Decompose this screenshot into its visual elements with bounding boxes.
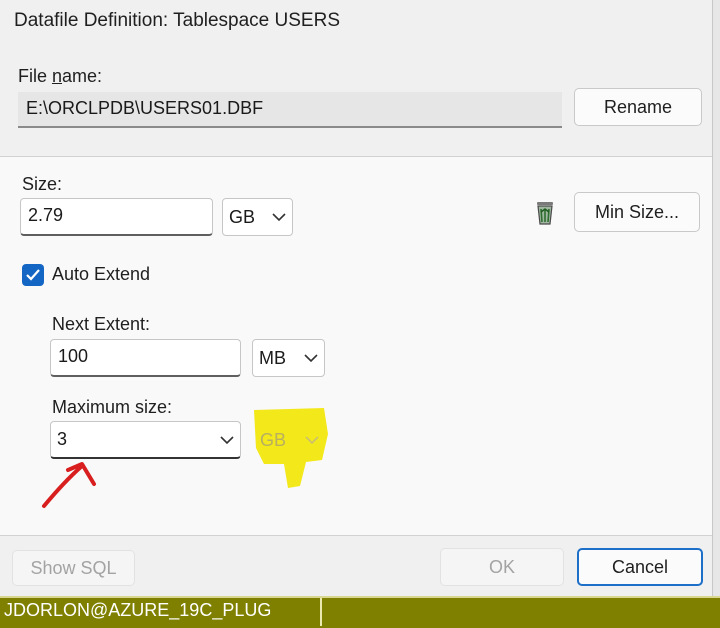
file-name-label: File name: (18, 66, 103, 86)
status-bar-divider (320, 598, 322, 626)
size-unit-select[interactable]: GB (222, 198, 293, 236)
size-input[interactable]: 2.79 (20, 198, 213, 236)
recycle-bin-icon[interactable] (530, 197, 560, 227)
maximum-size-unit-value: GB (260, 429, 287, 450)
cancel-button[interactable]: Cancel (577, 548, 703, 586)
min-size-button[interactable]: Min Size... (574, 192, 700, 232)
next-extent-input[interactable]: 100 (50, 339, 241, 377)
maximum-size-value: 3 (57, 429, 68, 449)
window-right-edge (712, 0, 720, 596)
window-title: Datafile Definition: Tablespace USERS (14, 10, 340, 31)
show-sql-button[interactable]: Show SQL (12, 550, 135, 586)
maximum-size-unit-select[interactable]: GB (253, 421, 326, 459)
chevron-down-icon (272, 212, 286, 222)
chevron-down-icon (304, 353, 318, 363)
next-extent-label: Next Extent: (52, 314, 151, 334)
ok-button[interactable]: OK (440, 548, 564, 586)
rename-button[interactable]: Rename (574, 88, 702, 126)
auto-extend-label[interactable]: Auto Extend (52, 264, 150, 285)
maximum-size-combobox[interactable]: 3 (50, 421, 241, 459)
checkmark-icon (26, 269, 40, 281)
size-unit-value: GB (229, 206, 256, 227)
auto-extend-checkbox[interactable] (22, 264, 44, 286)
connection-status: JDORLON@AZURE_19C_PLUG (4, 600, 272, 620)
maximum-size-label: Maximum size: (52, 397, 173, 417)
chevron-down-icon (220, 435, 234, 445)
size-label: Size: (22, 174, 63, 194)
chevron-down-icon (305, 435, 319, 445)
red-arrow-annotation (38, 456, 108, 512)
file-name-field[interactable]: E:\ORCLPDB\USERS01.DBF (18, 92, 562, 128)
next-extent-unit-value: MB (259, 347, 286, 368)
next-extent-unit-select[interactable]: MB (252, 339, 325, 377)
